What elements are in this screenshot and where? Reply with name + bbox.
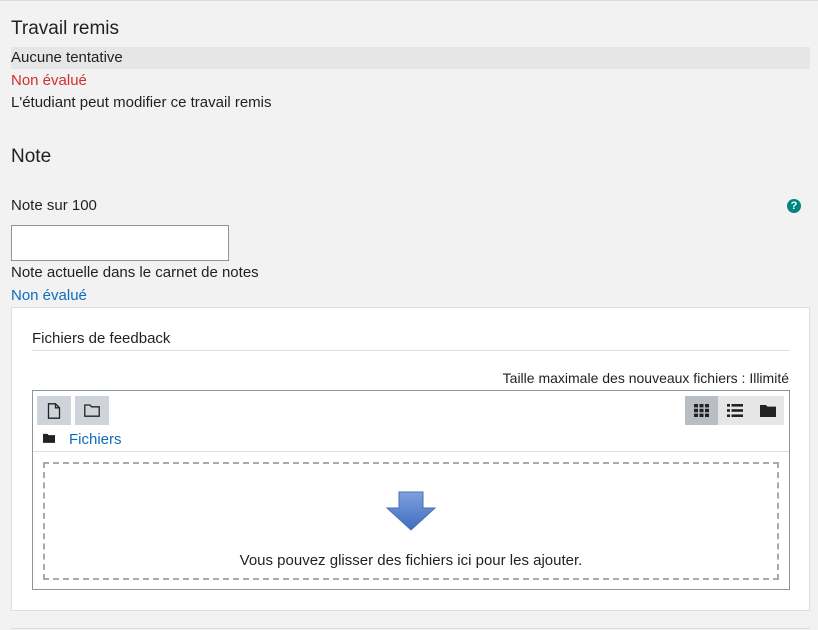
current-grade-label: Note actuelle dans le carnet de notes [11, 264, 259, 281]
grade-heading: Note [11, 146, 52, 167]
breadcrumb-files-link[interactable]: Fichiers [69, 431, 122, 448]
current-grade-value: Non évalué [11, 287, 87, 304]
tree-view-button[interactable] [751, 396, 784, 425]
list-view-button[interactable] [718, 396, 751, 425]
add-file-button[interactable] [37, 396, 71, 425]
create-folder-button[interactable] [75, 396, 109, 425]
drop-zone[interactable]: Vous pouvez glisser des fichiers ici pou… [43, 462, 779, 580]
bottom-divider [11, 628, 810, 629]
grade-input[interactable] [11, 225, 229, 261]
panel-divider [32, 350, 790, 351]
file-manager-divider [33, 451, 789, 452]
folder-icon [43, 433, 55, 443]
down-arrow-icon [385, 491, 437, 531]
attempt-status: Aucune tentative [11, 49, 123, 66]
grade-label: Note sur 100 [11, 197, 97, 214]
edit-status: L'étudiant peut modifier ce travail remi… [11, 94, 272, 111]
list-icon [726, 404, 743, 417]
feedback-files-title: Fichiers de feedback [32, 330, 171, 347]
feedback-files-panel: Fichiers de feedback Taille maximale des… [11, 307, 810, 611]
grid-view-button[interactable] [685, 396, 718, 425]
top-divider [0, 0, 818, 1]
folder-icon [759, 405, 776, 417]
submission-heading: Travail remis [11, 18, 120, 39]
question-icon[interactable]: ? [787, 199, 801, 213]
grid-icon [694, 404, 709, 417]
file-manager: Fichiers Vous pouvez glisser des fichier… [32, 390, 790, 590]
grading-status: Non évalué [11, 72, 87, 89]
folder-outline-icon [84, 404, 100, 417]
attempt-row [11, 47, 810, 69]
file-icon [47, 402, 61, 419]
max-file-size: Taille maximale des nouveaux fichiers : … [502, 370, 789, 386]
drop-zone-text: Vous pouvez glisser des fichiers ici pou… [239, 552, 583, 569]
